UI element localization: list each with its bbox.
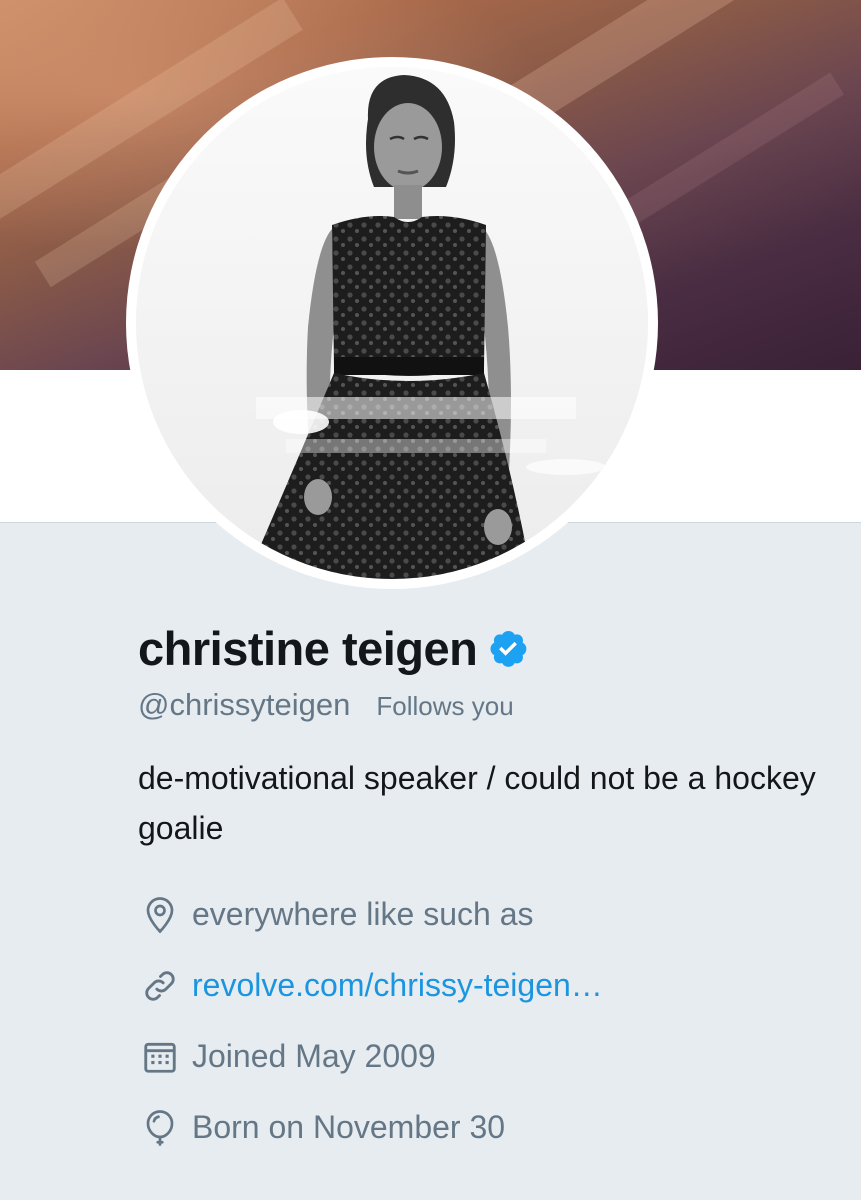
verified-badge-icon	[487, 627, 529, 669]
avatar-photo	[136, 67, 648, 579]
birthday-text: Born on November 30	[192, 1109, 506, 1145]
follows-you-badge: Follows you	[376, 691, 514, 721]
profile-meta-list: everywhere like such as revolve.com/chri…	[138, 879, 828, 1163]
meta-location: everywhere like such as	[138, 879, 828, 950]
joined-text: Joined May 2009	[192, 1038, 436, 1074]
profile-info: christine teigen @chrissyteigen Follows …	[138, 615, 828, 1163]
calendar-icon	[138, 1035, 182, 1079]
profile-page: christine teigen @chrissyteigen Follows …	[0, 0, 861, 1200]
website-link[interactable]: revolve.com/chrissy-teigen…	[192, 967, 603, 1004]
profile-handle[interactable]: @chrissyteigen	[138, 687, 350, 723]
avatar[interactable]	[136, 67, 648, 579]
meta-website: revolve.com/chrissy-teigen…	[138, 950, 828, 1021]
profile-bio: de-motivational speaker / could not be a…	[138, 760, 816, 846]
meta-joined: Joined May 2009	[138, 1021, 828, 1092]
name-row: christine teigen	[138, 615, 828, 681]
profile-name[interactable]: christine teigen	[138, 621, 478, 676]
balloon-icon	[138, 1106, 182, 1150]
handle-row: @chrissyteigen Follows you	[138, 687, 828, 723]
location-pin-icon	[138, 893, 182, 937]
link-icon	[138, 964, 182, 1008]
location-text: everywhere like such as	[192, 896, 534, 932]
meta-birthday: Born on November 30	[138, 1092, 828, 1163]
